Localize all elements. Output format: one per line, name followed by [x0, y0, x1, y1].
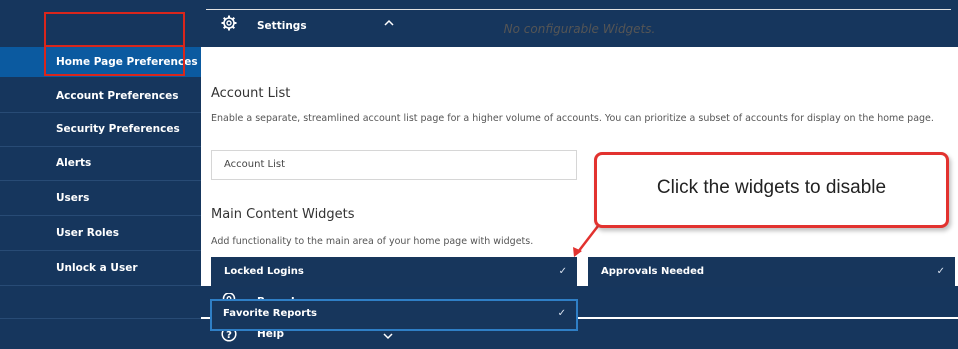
callout-text: Click the widgets to disable [656, 177, 887, 198]
sidebar-item-label: User Roles [56, 226, 119, 239]
sidebar-item-user-roles[interactable]: User Roles [0, 216, 201, 249]
sidebar-item-users[interactable]: Users [0, 181, 201, 214]
sidebar-item-label: Users [56, 191, 90, 204]
sidebar-item-label: Security Preferences [56, 123, 180, 135]
main-content: No configurable Widgets. Account List En… [201, 0, 958, 349]
sidebar-item-unlock-a-user[interactable]: Unlock a User [0, 251, 201, 285]
sidebar-item-label: Alerts [56, 157, 92, 169]
sidebar-item-label: Unlock a User [56, 262, 138, 274]
instruction-callout: Click the widgets to disable [594, 152, 949, 228]
sidebar-item-label: Account Preferences [56, 90, 179, 102]
sidebar-item-account-preferences[interactable]: Account Preferences [0, 80, 201, 112]
sidebar-item-alerts[interactable]: Alerts [0, 147, 201, 179]
highlight-box-home-page-preferences [44, 45, 185, 76]
divider [0, 318, 201, 319]
divider [0, 285, 201, 286]
sidebar-item-security-preferences[interactable]: Security Preferences [0, 113, 201, 145]
